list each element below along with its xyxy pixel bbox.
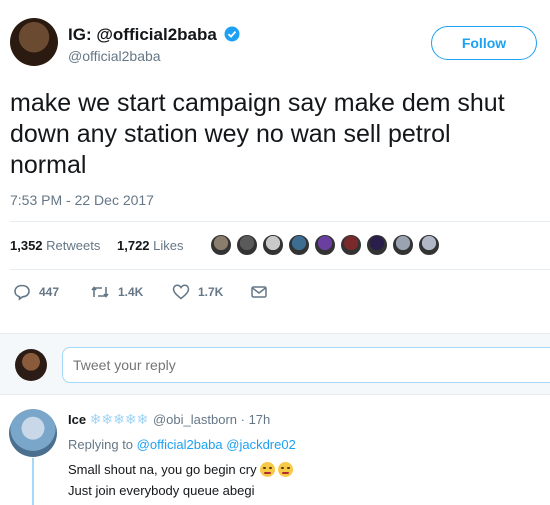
- liker-avatar[interactable]: [314, 234, 336, 256]
- divider: [10, 221, 550, 222]
- reply-action[interactable]: 447: [13, 283, 59, 301]
- liker-avatar[interactable]: [288, 234, 310, 256]
- direct-message-action[interactable]: [250, 283, 276, 301]
- follow-button[interactable]: Follow: [431, 26, 537, 60]
- replying-to: Replying to @official2baba @jackdre02: [68, 437, 296, 452]
- author-avatar[interactable]: [10, 18, 58, 66]
- author-display-name[interactable]: IG: @official2baba: [68, 25, 240, 45]
- liker-avatar[interactable]: [262, 234, 284, 256]
- reply-line-text: Small shout na, you go begin cry: [68, 462, 257, 477]
- mention-link[interactable]: @official2baba: [137, 437, 223, 452]
- retweet-icon: [91, 286, 109, 298]
- retweets-label: Retweets: [46, 238, 101, 253]
- liker-avatar[interactable]: [236, 234, 258, 256]
- reply-author-name[interactable]: Ice: [68, 412, 86, 427]
- tweet-text: make we start campaign say make dem shut…: [10, 88, 505, 181]
- reply-icon: [14, 284, 30, 301]
- liker-avatar[interactable]: [366, 234, 388, 256]
- like-count: 1.7K: [198, 285, 224, 299]
- heart-icon: [172, 284, 190, 300]
- liker-avatars: [210, 234, 444, 256]
- retweets-stat[interactable]: 1,352 Retweets: [10, 238, 100, 253]
- reply-author-handle[interactable]: @obi_lastborn: [153, 412, 237, 427]
- likes-label: Likes: [153, 238, 184, 253]
- verified-badge-icon: [224, 26, 240, 42]
- reply-text-line: Just join everybody queue abegi: [68, 483, 255, 498]
- reply-composer: [0, 333, 550, 395]
- thread-connector-line: [32, 458, 34, 505]
- sad-face-emoji-icon: [277, 462, 293, 477]
- reply-text: Small shout na, you go begin cry Just jo…: [68, 459, 293, 501]
- reply-header: Ice ❄❄❄❄❄ @obi_lastborn · 17h: [68, 411, 270, 428]
- mention-link[interactable]: @jackdre02: [226, 437, 296, 452]
- retweet-count: 1.4K: [118, 285, 144, 299]
- liker-avatar[interactable]: [210, 234, 232, 256]
- tweet-text-line: make we start campaign say make dem shut: [10, 89, 505, 117]
- reply-text-line: Small shout na, you go begin cry: [68, 459, 293, 480]
- tweet-reply-input[interactable]: [62, 347, 550, 383]
- display-name-text: IG: @official2baba: [68, 25, 217, 44]
- reply-author-avatar[interactable]: [9, 409, 57, 457]
- divider: [10, 269, 550, 270]
- tweet-timestamp[interactable]: 7:53 PM - 22 Dec 2017: [10, 192, 154, 208]
- retweets-count: 1,352: [10, 238, 43, 253]
- reply-time[interactable]: · 17h: [241, 412, 271, 427]
- retweet-action[interactable]: 1.4K: [90, 283, 143, 301]
- liker-avatar[interactable]: [392, 234, 414, 256]
- liker-avatar[interactable]: [418, 234, 440, 256]
- snowflake-emoji-icon: ❄❄❄❄❄: [89, 411, 149, 427]
- author-handle[interactable]: @official2baba: [68, 48, 161, 64]
- tweet-text-line: down any station wey no wan sell petrol: [10, 120, 451, 148]
- likes-stat[interactable]: 1,722 Likes: [117, 238, 184, 253]
- tweet-text-line: normal: [10, 151, 87, 179]
- likes-count: 1,722: [117, 238, 150, 253]
- replying-to-label: Replying to: [68, 437, 134, 452]
- current-user-avatar[interactable]: [15, 349, 47, 381]
- liker-avatar[interactable]: [340, 234, 362, 256]
- like-action[interactable]: 1.7K: [172, 283, 223, 301]
- sad-face-emoji-icon: [259, 462, 275, 477]
- reply-count: 447: [39, 285, 60, 299]
- envelope-icon: [251, 286, 267, 298]
